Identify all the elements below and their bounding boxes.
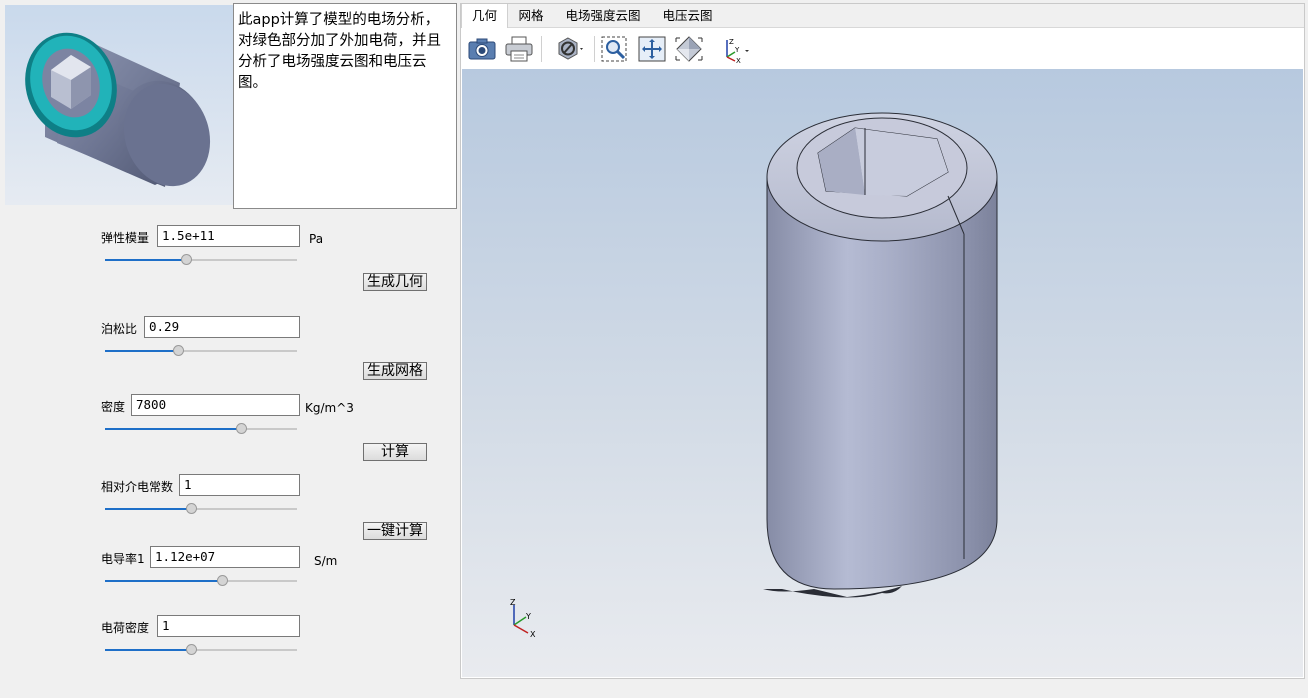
svg-text:Y: Y: [734, 46, 740, 54]
param-label-permittivity: 相对介电常数: [101, 480, 174, 494]
param-label-modulus: 弹性模量: [101, 231, 150, 245]
one-click-compute-button[interactable]: 一键计算: [363, 522, 427, 540]
compute-button[interactable]: 计算: [363, 443, 427, 461]
tab-field-strength[interactable]: 电场强度云图: [558, 4, 648, 27]
param-label-poisson: 泊松比: [101, 322, 138, 336]
charge-density-slider[interactable]: [105, 643, 297, 657]
conductivity-input[interactable]: 1.12e+07: [150, 546, 300, 568]
conductivity-unit: S/m: [314, 554, 338, 568]
slider-thumb[interactable]: [186, 644, 198, 655]
poisson-input[interactable]: 0.29: [144, 316, 300, 338]
conductivity-slider[interactable]: [105, 574, 297, 588]
param-label-density: 密度: [101, 400, 126, 414]
param-label-charge-density: 电荷密度: [101, 621, 150, 635]
toolbar-separator: [594, 36, 595, 62]
permittivity-slider[interactable]: [105, 502, 297, 516]
density-slider[interactable]: [105, 422, 297, 436]
tab-geometry[interactable]: 几何: [461, 4, 508, 28]
zoom-extents-icon[interactable]: [636, 34, 668, 64]
slider-fill: [105, 350, 178, 352]
svg-text:X: X: [736, 57, 741, 64]
tab-mesh[interactable]: 网格: [510, 4, 552, 27]
slider-fill: [105, 508, 192, 510]
model-thumbnail: [5, 5, 233, 205]
thumbnail-model-image: [25, 32, 211, 187]
slider-fill: [105, 649, 192, 651]
zoom-box-icon[interactable]: [599, 34, 631, 64]
slider-thumb[interactable]: [236, 423, 248, 434]
axis-triad-icon[interactable]: ZYX: [719, 34, 751, 65]
hide-icon[interactable]: [553, 34, 585, 64]
slider-thumb[interactable]: [217, 575, 229, 586]
charge-density-input[interactable]: 1: [157, 615, 300, 637]
slider-thumb[interactable]: [172, 345, 184, 356]
axis-triad: Z Y X: [510, 598, 536, 637]
3d-viewport[interactable]: Z Y X: [462, 69, 1303, 677]
generate-mesh-button[interactable]: 生成网格: [363, 362, 427, 380]
permittivity-input[interactable]: 1: [179, 474, 300, 496]
viewer-tabs: 几何 网格 电场强度云图 电压云图: [461, 4, 1304, 28]
param-label-conductivity: 电导率1: [101, 552, 145, 566]
graphics-viewer: 几何 网格 电场强度云图 电压云图 ZYX Z Y X: [460, 3, 1305, 679]
triad-x-label: X: [530, 630, 536, 637]
slider-fill: [105, 259, 186, 261]
model-3d-image: [763, 112, 998, 598]
modulus-unit: Pa: [309, 232, 324, 246]
slider-thumb[interactable]: [180, 254, 192, 265]
svg-text:Z: Z: [729, 38, 734, 46]
app-description: 此app计算了模型的电场分析，对绿色部分加了外加电荷，并且分析了电场强度云图和电…: [233, 3, 457, 209]
poisson-slider[interactable]: [105, 344, 297, 358]
density-unit: Kg/m^3: [305, 401, 354, 415]
camera-icon[interactable]: [466, 34, 498, 64]
viewer-toolbar: ZYX: [461, 28, 1304, 68]
modulus-slider[interactable]: [105, 253, 297, 267]
density-input[interactable]: 7800: [131, 394, 300, 416]
slider-fill: [105, 580, 223, 582]
modulus-input[interactable]: 1.5e+11: [157, 225, 300, 247]
view-orientation-icon[interactable]: [673, 34, 705, 64]
slider-thumb[interactable]: [186, 503, 198, 514]
triad-y-label: Y: [525, 612, 531, 621]
tab-voltage[interactable]: 电压云图: [655, 4, 720, 27]
toolbar-separator: [541, 36, 542, 62]
print-icon[interactable]: [503, 34, 535, 64]
slider-fill: [105, 428, 242, 430]
triad-z-label: Z: [510, 598, 516, 607]
generate-geometry-button[interactable]: 生成几何: [363, 273, 427, 291]
